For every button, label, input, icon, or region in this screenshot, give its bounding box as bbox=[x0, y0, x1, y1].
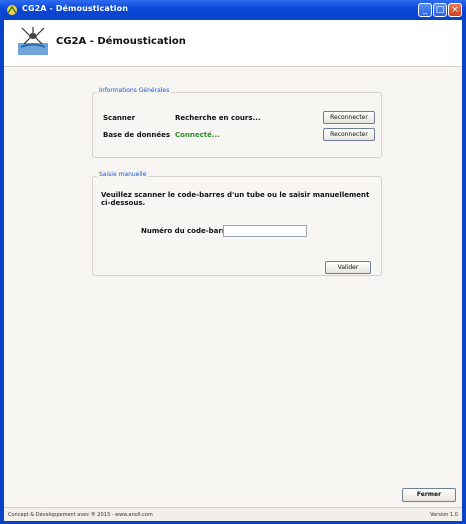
close-window-button[interactable]: × bbox=[448, 3, 462, 17]
app-header: CG2A - Démoustication bbox=[4, 20, 462, 67]
database-status: Connecté... bbox=[175, 131, 220, 139]
minimize-button[interactable]: _ bbox=[418, 3, 432, 17]
close-button[interactable]: Fermer bbox=[402, 488, 456, 502]
maximize-button[interactable]: □ bbox=[433, 3, 447, 17]
manual-entry-legend: Saisie manuelle bbox=[97, 171, 149, 178]
validate-button[interactable]: Valider bbox=[325, 261, 371, 274]
scanner-reconnect-button[interactable]: Reconnecter bbox=[323, 111, 375, 124]
copyright-text: Concept & Développement avec ® 2013 - ww… bbox=[8, 512, 153, 518]
app-icon bbox=[7, 5, 17, 15]
status-bar: Concept & Développement avec ® 2013 - ww… bbox=[4, 507, 462, 521]
scan-instruction: Veuillez scanner le code-barres d'un tub… bbox=[101, 191, 370, 207]
scanner-label: Scanner bbox=[103, 114, 136, 122]
scanner-status: Recherche en cours... bbox=[175, 114, 261, 122]
general-info-legend: Informations Générales bbox=[97, 87, 172, 94]
window-title: CG2A - Démoustication bbox=[22, 4, 129, 13]
barcode-label: Numéro du code-barres bbox=[141, 227, 235, 235]
database-reconnect-button[interactable]: Reconnecter bbox=[323, 128, 375, 141]
database-label: Base de données bbox=[103, 131, 171, 139]
manual-entry-group: Saisie manuelle Veuillez scanner le code… bbox=[92, 171, 382, 276]
mosquito-logo-icon bbox=[18, 27, 48, 55]
title-bar[interactable]: CG2A - Démoustication _ □ × bbox=[0, 0, 466, 20]
general-info-group: Informations Générales Scanner Recherche… bbox=[92, 87, 382, 158]
version-text: Version 1.0 bbox=[430, 512, 458, 518]
barcode-input[interactable] bbox=[223, 225, 307, 237]
page-title: CG2A - Démoustication bbox=[56, 36, 186, 47]
